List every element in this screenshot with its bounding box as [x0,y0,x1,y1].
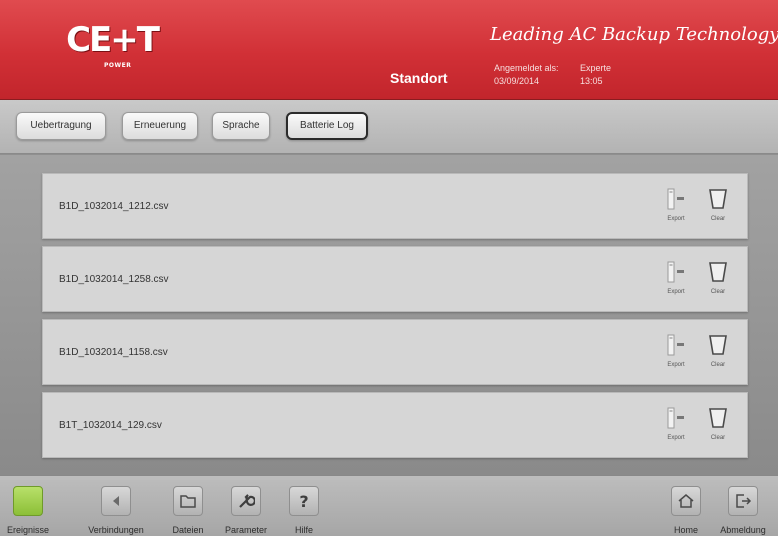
clear-label: Clear [710,216,726,222]
current-time: 13:05 [580,76,603,86]
file-list: B1D_1032014_1212.csv Export Clear B1D_10… [0,155,778,475]
bottom-nav-bar: Ereignisse Verbindungen Dateien Paramete… [0,475,778,536]
file-name: B1D_1032014_1258.csv [59,274,169,285]
export-button[interactable]: Export [663,259,689,299]
help-icon: ? [289,486,319,516]
nav-home[interactable]: Home [666,486,706,536]
folder-icon [173,486,203,516]
clear-button[interactable]: Clear [705,259,731,299]
location-label: Standort [390,70,448,86]
export-button[interactable]: Export [663,186,689,226]
nav-label: Abmeldung [720,525,766,535]
nav-label: Dateien [172,525,204,535]
export-button[interactable]: Export [663,405,689,445]
export-icon [667,188,684,210]
wrench-icon [231,486,261,516]
trash-icon [709,189,727,209]
company-logo: CE+T POWER [64,20,160,76]
nav-verbindungen[interactable]: Verbindungen [76,486,156,536]
export-icon [667,261,684,283]
trash-icon [709,408,727,428]
clear-label: Clear [710,362,726,368]
svg-text:?: ? [299,492,308,510]
nav-hilfe[interactable]: ? Hilfe [284,486,324,536]
nav-label: Hilfe [294,525,313,535]
export-icon [667,407,684,429]
nav-label: Ereignisse [6,525,50,535]
export-label: Export [667,435,685,441]
nav-label: Parameter [224,525,268,535]
nav-ereignisse[interactable]: Ereignisse [0,486,56,536]
trash-icon [709,335,727,355]
nav-abmeldung[interactable]: Abmeldung [710,486,776,536]
event-status-icon [13,486,43,516]
tagline: Leading AC Backup Technology [490,24,778,45]
trash-icon [709,262,727,282]
clear-button[interactable]: Clear [705,332,731,372]
tab-sprache[interactable]: Sprache [212,112,270,140]
export-label: Export [667,362,685,368]
login-user: Experte [580,63,612,73]
logo-text: CE+T [66,20,160,60]
file-row: B1D_1032014_1158.csv Export Clear [42,319,748,385]
tab-erneuerung[interactable]: Erneuerung [122,112,198,140]
tab-uebertragung[interactable]: Uebertragung [16,112,106,140]
nav-label: Home [673,525,698,535]
export-icon [667,334,684,356]
clear-button[interactable]: Clear [705,186,731,226]
connections-icon [101,486,131,516]
file-row: B1D_1032014_1212.csv Export Clear [42,173,748,239]
export-label: Export [667,216,685,222]
clear-label: Clear [710,435,726,441]
logo-subtext: POWER [104,62,132,69]
nav-label: Verbindungen [88,525,144,535]
tab-batterie-log[interactable]: Batterie Log [286,112,368,140]
file-name: B1D_1032014_1212.csv [59,201,169,212]
clear-button[interactable]: Clear [705,405,731,445]
file-row: B1D_1032014_1258.csv Export Clear [42,246,748,312]
file-row: B1T_1032014_129.csv Export Clear [42,392,748,458]
header-bar: CE+T POWER Standort Leading AC Backup Te… [0,0,778,100]
tab-bar: Uebertragung Erneuerung Sprache Batterie… [0,100,778,154]
login-info: Angemeldet als: Experte 03/09/2014 13:05 [494,62,654,92]
file-name: B1T_1032014_129.csv [59,420,162,431]
clear-label: Clear [710,289,726,295]
nav-dateien[interactable]: Dateien [164,486,212,536]
export-button[interactable]: Export [663,332,689,372]
logout-icon [728,486,758,516]
file-name: B1D_1032014_1158.csv [59,347,168,358]
nav-parameter[interactable]: Parameter [216,486,276,536]
login-label: Angemeldet als: [494,63,559,73]
export-label: Export [667,289,685,295]
home-icon [671,486,701,516]
current-date: 03/09/2014 [494,76,540,86]
